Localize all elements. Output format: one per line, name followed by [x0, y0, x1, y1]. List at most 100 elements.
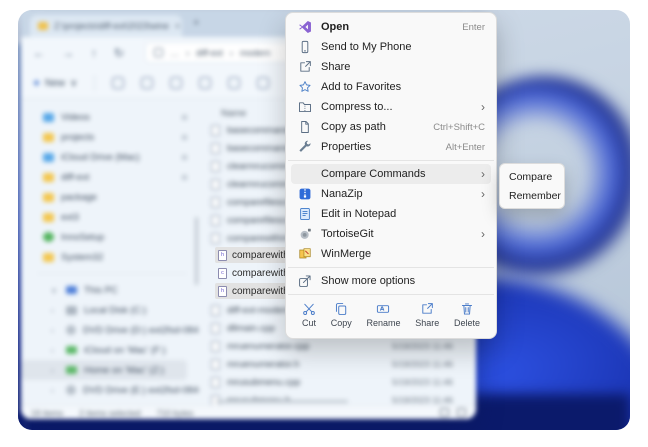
sidebar-drive-item[interactable]: › DVD Drive (D:) ext2fsd-0840343: [21, 320, 199, 340]
rename-button[interactable]: Rename: [366, 302, 400, 328]
file-row[interactable]: h comparewithmru: [215, 247, 291, 263]
up-button[interactable]: ↑: [91, 46, 97, 60]
sidebar-drive-item[interactable]: › Home on 'Mac' (Z:): [21, 360, 187, 380]
details-view-button[interactable]: [440, 408, 449, 417]
menu-item-edit-in-notepad[interactable]: Edit in Notepad: [291, 204, 491, 224]
menu-item-copy-as-path[interactable]: Copy as path Ctrl+Shift+C: [291, 117, 491, 137]
chevron-icon[interactable]: ∨: [51, 286, 59, 295]
menu-item-show-more-options[interactable]: Show more options: [291, 271, 491, 291]
back-button[interactable]: ←: [33, 46, 45, 60]
new-button[interactable]: + New ∨: [33, 76, 77, 90]
menu-item-compare-commands[interactable]: Compare Commands ›: [291, 164, 491, 184]
share-icon: [297, 60, 312, 75]
sidebar-item[interactable]: package: [21, 187, 199, 207]
chevron-icon[interactable]: ›: [51, 386, 59, 395]
menu-item-winmerge[interactable]: WinMerge: [291, 244, 491, 264]
drive-icon: [66, 306, 77, 315]
sidebar-item[interactable]: System32: [21, 247, 199, 267]
menu-item-share[interactable]: Share: [291, 57, 491, 77]
file-date-modified: 5/19/2023 11:46: [392, 395, 468, 405]
file-name: mruenumerator.h: [227, 359, 299, 370]
sidebar-item-icon: [43, 173, 54, 182]
file-icon: [211, 179, 220, 190]
menu-item-compress-to[interactable]: Compress to... ›: [291, 97, 491, 117]
tab-close-icon[interactable]: ×: [175, 21, 180, 31]
empty-icon-spacer: [297, 167, 312, 182]
file-row[interactable]: h comparewithtopo: [215, 283, 291, 299]
file-row[interactable]: mruenumerator.h 5/19/2023 11:46: [199, 355, 476, 373]
share-toolbar-icon[interactable]: [228, 77, 240, 89]
menu-separator: [288, 160, 494, 161]
sidebar-item-icon: [43, 193, 54, 202]
copy-button[interactable]: Copy: [331, 302, 352, 328]
file-row[interactable]: mruenumerator.cpp 5/19/2023 11:46: [199, 337, 476, 355]
view-toggle-group: [440, 408, 466, 417]
pin-icon: [182, 175, 187, 180]
refresh-button[interactable]: ↻: [114, 46, 124, 60]
breadcrumb-root[interactable]: …: [170, 48, 179, 58]
cut-toolbar-icon[interactable]: [112, 77, 124, 89]
file-name: comparewithtopo: [232, 268, 291, 279]
chevron-icon[interactable]: ›: [51, 346, 59, 355]
horizontal-scrollbar[interactable]: [216, 400, 348, 403]
sidebar-item[interactable]: ext3: [21, 207, 199, 227]
trash-icon: [460, 302, 474, 316]
drive-icon: [66, 325, 76, 335]
file-icon: [211, 215, 220, 226]
sidebar-item-icon: [43, 232, 54, 242]
cut-button[interactable]: Cut: [302, 302, 316, 328]
file-icon: [211, 125, 220, 136]
file-row[interactable]: mrusubmenu.cpp 5/19/2023 11:46: [199, 373, 476, 391]
menu-item-open[interactable]: Open Enter: [291, 17, 491, 37]
drive-label: Home on 'Mac' (Z:): [84, 365, 164, 376]
sidebar-item[interactable]: diff-ext: [21, 167, 199, 187]
new-tab-button[interactable]: +: [193, 17, 199, 29]
file-row[interactable]: c comparewithtopo: [215, 265, 291, 281]
share-button[interactable]: Share: [415, 302, 439, 328]
submenu-arrow-icon: ›: [481, 188, 485, 200]
delete-toolbar-icon[interactable]: [257, 77, 269, 89]
menu-item-properties[interactable]: Properties Alt+Enter: [291, 137, 491, 157]
chevron-icon[interactable]: ›: [51, 306, 59, 315]
sidebar-drive-item[interactable]: ∨ This PC: [21, 280, 199, 300]
copy-icon: [334, 302, 348, 316]
forward-button[interactable]: →: [62, 46, 74, 60]
rename-icon: [376, 302, 390, 316]
sidebar-item[interactable]: InnoSetup: [21, 227, 199, 247]
submenu-item-remember[interactable]: Remember: [500, 186, 564, 205]
context-menu: Open Enter Send to My Phone Share Add to…: [285, 12, 497, 339]
submenu-item-compare[interactable]: Compare: [500, 167, 564, 186]
breadcrumb-item[interactable]: diff-ext: [196, 48, 223, 58]
copy-toolbar-icon[interactable]: [141, 77, 153, 89]
sidebar-drive-item[interactable]: › iCloud on 'Mac' (F:): [21, 340, 199, 360]
menu-item-send-to-phone[interactable]: Send to My Phone: [291, 37, 491, 57]
delete-button[interactable]: Delete: [454, 302, 480, 328]
breadcrumb-item[interactable]: modern: [240, 48, 271, 58]
nanazip-icon: [297, 187, 312, 202]
paste-toolbar-icon[interactable]: [170, 77, 182, 89]
location-icon: [154, 48, 163, 57]
menu-item-nanazip[interactable]: NanaZip ›: [291, 184, 491, 204]
sidebar-item[interactable]: iCloud Drive (Mac): [21, 147, 199, 167]
menu-item-add-to-favorites[interactable]: Add to Favorites: [291, 77, 491, 97]
large-icons-view-button[interactable]: [457, 408, 466, 417]
sidebar-drive-item[interactable]: › DVD Drive (E:) ext2fsd-0840343: [21, 380, 199, 400]
menu-separator: [288, 267, 494, 268]
sidebar-scrollbar[interactable]: [195, 217, 198, 285]
menu-separator: [288, 294, 494, 295]
file-icon: [211, 341, 220, 352]
header-file-icon: h: [218, 250, 227, 261]
source-file-icon: c: [218, 268, 227, 279]
sidebar-drive-item[interactable]: › Local Disk (C:): [21, 300, 199, 320]
explorer-tab[interactable]: Z:\projects\diff-ext\2023\wine ×: [30, 15, 182, 37]
rename-toolbar-icon[interactable]: [199, 77, 211, 89]
zip-folder-icon: [297, 100, 312, 115]
drive-icon: [66, 346, 77, 354]
chevron-icon[interactable]: ›: [51, 366, 59, 375]
sidebar-item[interactable]: projects: [21, 127, 199, 147]
pin-icon: [182, 115, 187, 120]
sidebar-item[interactable]: Videos: [21, 107, 199, 127]
menu-item-tortoisegit[interactable]: TortoiseGit ›: [291, 224, 491, 244]
chevron-icon[interactable]: ›: [51, 326, 59, 335]
sidebar-item-label: diff-ext: [61, 172, 89, 183]
